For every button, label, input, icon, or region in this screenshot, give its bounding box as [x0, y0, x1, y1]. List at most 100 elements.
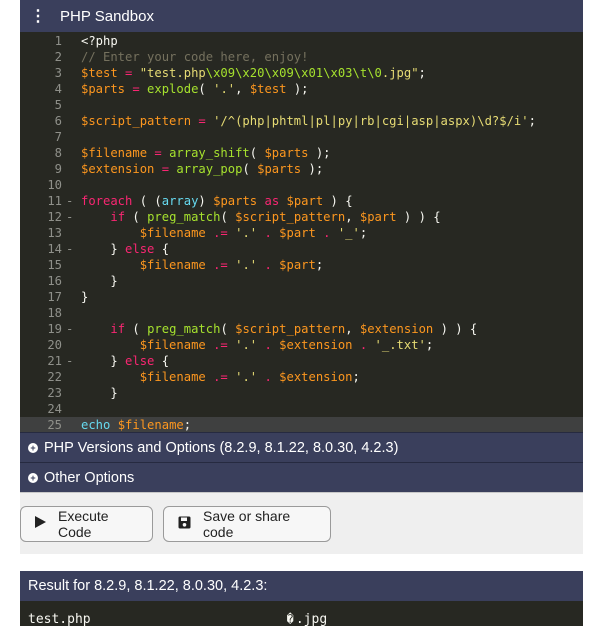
versions-panel-toggle[interactable]: + PHP Versions and Options (8.2.9, 8.1.2…	[20, 432, 583, 462]
code-token: {	[154, 354, 170, 368]
versions-panel-label: PHP Versions and Options (8.2.9, 8.1.22,…	[44, 439, 399, 456]
code-token: =	[191, 114, 214, 128]
code-line[interactable]: 8 $filename = array_shift( $parts );	[20, 145, 583, 161]
code-token: $extension	[81, 162, 155, 176]
code-token: .	[257, 258, 280, 272]
code-token: '.'	[235, 226, 258, 240]
code-token: );	[286, 82, 309, 96]
code-token: $filename	[139, 226, 206, 240]
code-token: $parts	[213, 194, 258, 208]
code-token: $part	[279, 258, 316, 272]
code-line[interactable]: 12- if ( preg_match( $script_pattern, $p…	[20, 209, 583, 225]
code-text: $test = "test.php\x09\x20\x09\x01\x03\t\…	[71, 65, 426, 81]
code-token: if	[110, 210, 126, 224]
code-line[interactable]: 2 // Enter your code here, enjoy!	[20, 49, 583, 65]
code-token: ;	[183, 418, 192, 432]
line-number: 12	[47, 210, 62, 224]
line-number: 18	[47, 306, 62, 320]
line-number: 19	[47, 322, 62, 336]
line-number: 8	[54, 146, 62, 160]
code-token: '/^(php|phtml|pl|py|rb|cgi|asp|aspx)\d?$…	[213, 114, 529, 128]
line-number: 1	[54, 34, 62, 48]
save-share-button[interactable]: Save or share code	[163, 505, 331, 542]
output-extension: .jpg	[295, 611, 328, 626]
code-token: '_.txt'	[374, 338, 426, 352]
code-text: if ( preg_match( $script_pattern, $exten…	[71, 321, 477, 337]
code-line[interactable]: 9 $extension = array_pop( $parts );	[20, 161, 583, 177]
code-editor[interactable]: 1 <?php 2 // Enter your code here, enjoy! 3 $…	[20, 32, 583, 433]
line-number: 20	[47, 338, 62, 352]
code-token: )	[198, 194, 214, 208]
code-text: $filename .= '.' . $extension;	[71, 369, 360, 385]
code-token: }	[81, 274, 118, 288]
code-token: $test	[249, 82, 287, 96]
code-text: foreach ( (array) $parts as $part ) {	[71, 193, 353, 209]
code-text: }	[71, 289, 88, 305]
code-text: echo $filename;	[71, 417, 191, 433]
execute-code-button[interactable]: Execute Code	[20, 505, 153, 542]
code-line[interactable]: 19- if ( preg_match( $script_pattern, $e…	[20, 321, 583, 337]
code-token: preg_match	[147, 210, 221, 224]
code-line[interactable]: 23 }	[20, 385, 583, 401]
code-text: $script_pattern = '/^(php|phtml|pl|py|rb…	[71, 113, 536, 129]
code-line[interactable]: 1 <?php	[20, 33, 583, 49]
code-token: ;	[418, 66, 426, 80]
php-sandbox: ⋮ PHP Sandbox 1 <?php 2 // Enter your code …	[20, 0, 583, 626]
code-line[interactable]: 6 $script_pattern = '/^(php|phtml|pl|py|r…	[20, 113, 583, 129]
code-line[interactable]: 15 $filename .= '.' . $part;	[20, 257, 583, 273]
code-token: $filename	[81, 146, 148, 160]
code-line[interactable]: 17}	[20, 289, 583, 305]
code-token: );	[308, 146, 331, 160]
code-line[interactable]: 4 $parts = explode( '.', $test );	[20, 81, 583, 97]
code-line[interactable]: 3 $test = "test.php\x09\x20\x09\x01\x03\t…	[20, 65, 583, 81]
code-token: $parts	[257, 162, 302, 176]
code-line[interactable]: 22 $filename .= '.' . $extension;	[20, 369, 583, 385]
line-number: 15	[47, 258, 62, 272]
line-number: 2	[54, 50, 62, 64]
menu-icon[interactable]: ⋮	[30, 6, 46, 26]
code-line[interactable]: 25 echo $filename;	[20, 417, 583, 433]
code-token: as	[257, 194, 287, 208]
code-token: .=	[205, 338, 236, 352]
code-token: =	[147, 146, 170, 160]
code-line[interactable]: 16 }	[20, 273, 583, 289]
other-options-toggle[interactable]: + Other Options	[20, 462, 583, 492]
code-line[interactable]: 13 $filename .= '.' . $part . '_';	[20, 225, 583, 241]
code-line[interactable]: 24	[20, 401, 583, 417]
invalid-char-glyph: �	[286, 612, 294, 626]
line-number: 10	[47, 178, 62, 192]
line-number: 23	[47, 386, 62, 400]
code-token: <?php	[81, 34, 118, 48]
code-line[interactable]: 18	[20, 305, 583, 321]
code-line[interactable]: 20 $filename .= '.' . $extension . '_.tx…	[20, 337, 583, 353]
code-token: ;	[425, 338, 434, 352]
code-token: .	[257, 338, 280, 352]
line-number: 17	[47, 290, 62, 304]
line-number: 21	[47, 354, 62, 368]
code-line[interactable]: 11- foreach ( (array) $parts as $part ) {	[20, 193, 583, 209]
code-token: (	[125, 210, 148, 224]
line-number: 7	[54, 130, 62, 144]
code-line[interactable]: 14- } else {	[20, 241, 583, 257]
code-token: $filename	[139, 370, 206, 384]
code-text: // Enter your code here, enjoy!	[71, 49, 308, 65]
code-token: // Enter your code here, enjoy!	[81, 50, 309, 64]
code-token: $part	[279, 226, 316, 240]
output-filename: test.php	[28, 611, 91, 626]
save-share-label: Save or share code	[203, 507, 291, 540]
code-token: }	[81, 386, 118, 400]
code-line[interactable]: 5	[20, 97, 583, 113]
code-token: $script_pattern	[235, 210, 346, 224]
line-number: 3	[54, 66, 62, 80]
code-line[interactable]: 7	[20, 129, 583, 145]
code-token: );	[301, 162, 324, 176]
code-token: array	[161, 194, 199, 208]
code-token: explode	[147, 82, 199, 96]
code-text: }	[71, 385, 118, 401]
code-line[interactable]: 10	[20, 177, 583, 193]
code-line[interactable]: 21- } else {	[20, 353, 583, 369]
